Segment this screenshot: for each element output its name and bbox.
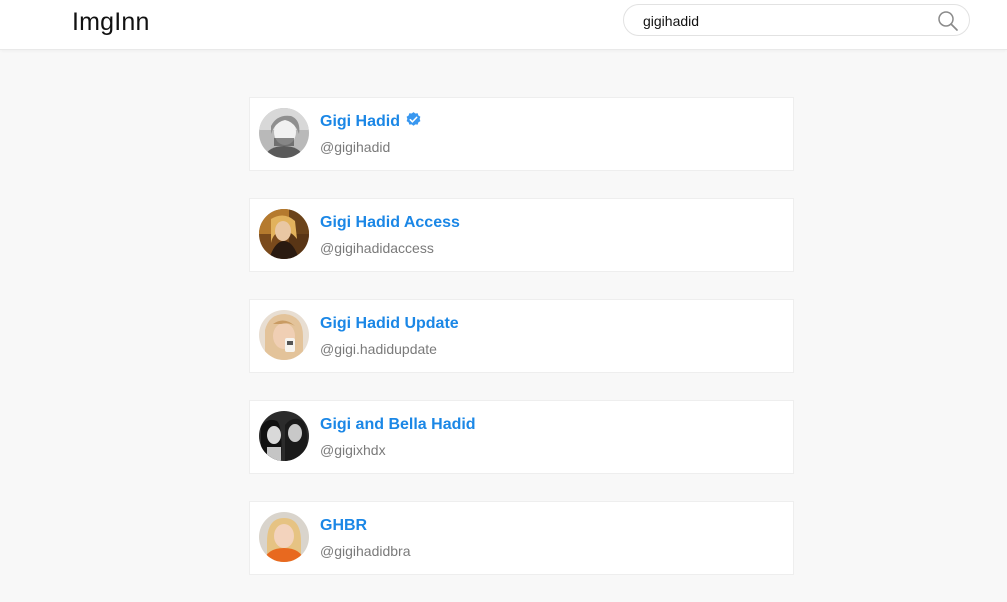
- result-card[interactable]: GHBR @gigihadidbra: [249, 501, 794, 575]
- account-username: @gigihadid: [320, 139, 391, 155]
- top-header: ImgInn: [0, 0, 1007, 50]
- search-results-list: Gigi Hadid @gigihadid Gigi Hadid Access …: [249, 97, 794, 602]
- avatar[interactable]: [259, 108, 309, 158]
- account-username: @gigihadidaccess: [320, 240, 434, 256]
- account-username: @gigihadidbra: [320, 543, 411, 559]
- account-name-link[interactable]: Gigi Hadid Access: [320, 212, 460, 234]
- avatar-image: [259, 310, 309, 360]
- account-name-link[interactable]: Gigi and Bella Hadid: [320, 414, 476, 436]
- result-card[interactable]: Gigi Hadid Access @gigihadidaccess: [249, 198, 794, 272]
- avatar[interactable]: [259, 512, 309, 562]
- result-card[interactable]: Gigi and Bella Hadid @gigixhdx: [249, 400, 794, 474]
- verified-badge-icon: [406, 111, 421, 126]
- account-name-link[interactable]: Gigi Hadid Update: [320, 313, 459, 335]
- avatar-image: [259, 108, 309, 158]
- result-card[interactable]: Gigi Hadid Update @gigi.hadidupdate: [249, 299, 794, 373]
- account-name-link[interactable]: Gigi Hadid: [320, 111, 400, 133]
- site-logo[interactable]: ImgInn: [72, 7, 150, 37]
- avatar[interactable]: [259, 310, 309, 360]
- account-username: @gigixhdx: [320, 442, 386, 458]
- avatar-image: [259, 209, 309, 259]
- result-card[interactable]: Gigi Hadid @gigihadid: [249, 97, 794, 171]
- avatar-image: [259, 512, 309, 562]
- avatar-image: [259, 411, 309, 461]
- account-username: @gigi.hadidupdate: [320, 341, 437, 357]
- avatar[interactable]: [259, 411, 309, 461]
- avatar[interactable]: [259, 209, 309, 259]
- account-name-link[interactable]: GHBR: [320, 515, 367, 537]
- search-bar[interactable]: [623, 4, 970, 36]
- search-input[interactable]: [643, 10, 933, 32]
- search-icon[interactable]: [937, 10, 959, 32]
